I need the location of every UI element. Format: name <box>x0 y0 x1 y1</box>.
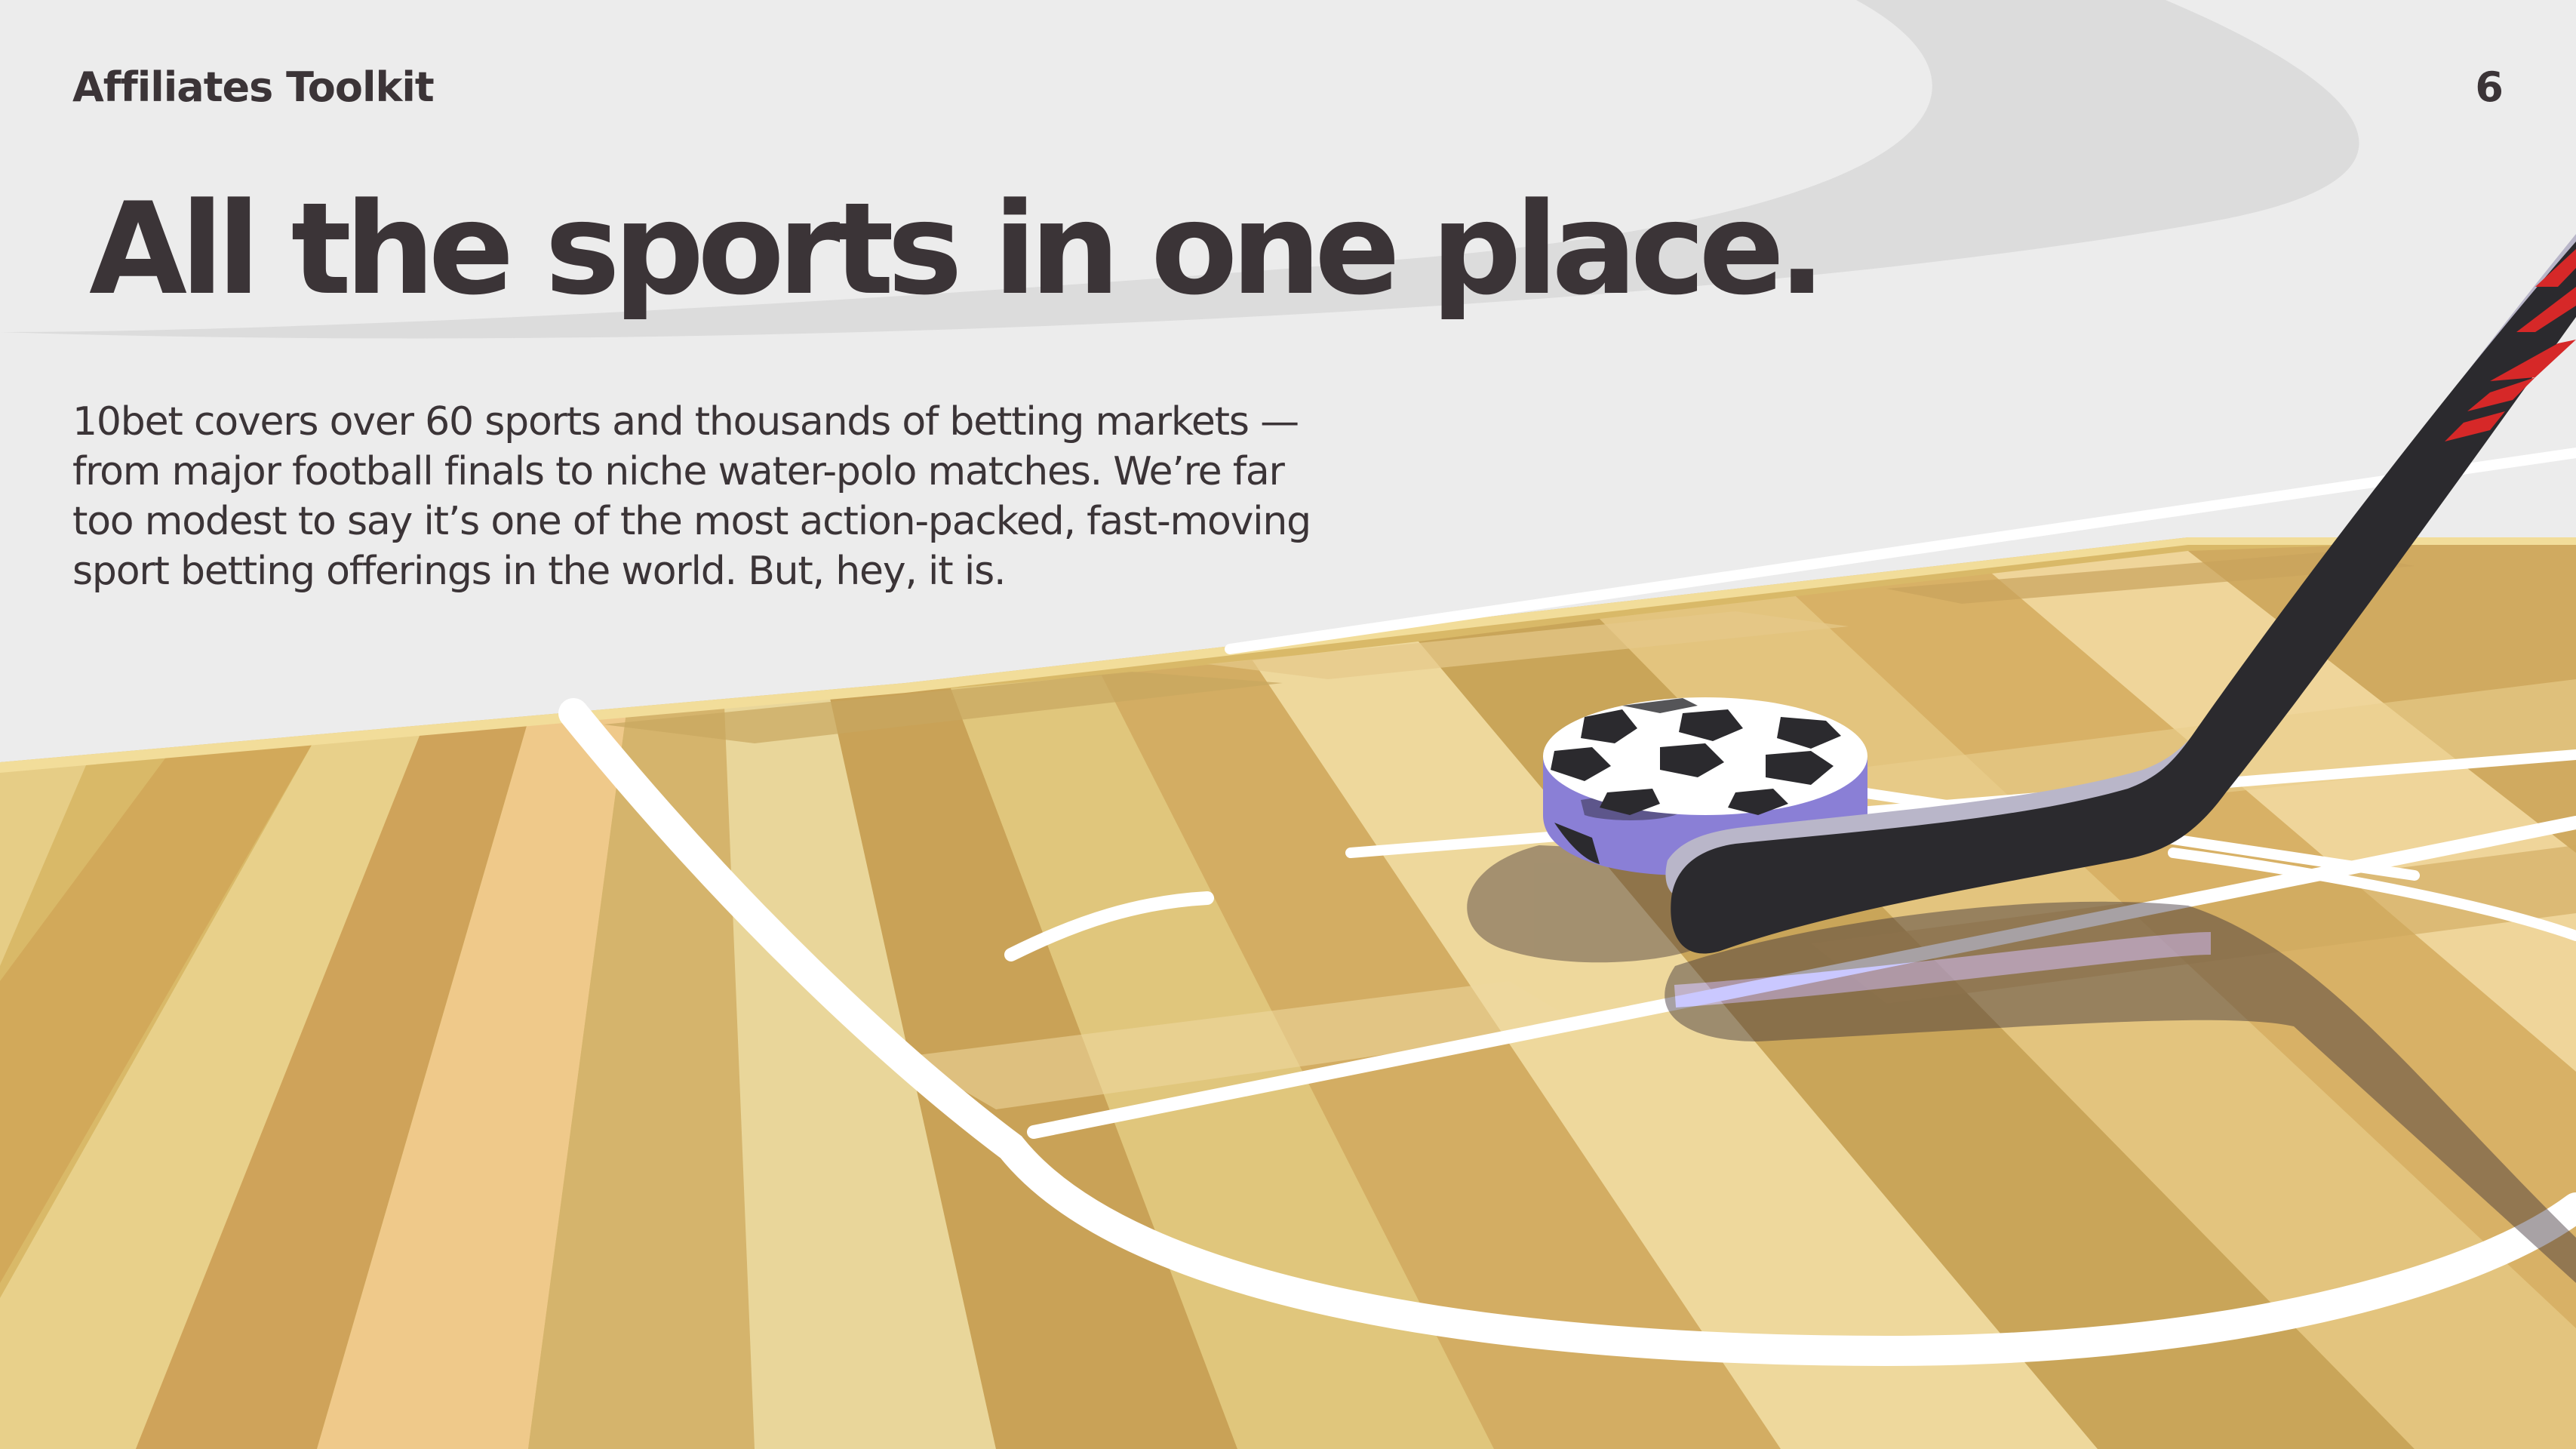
page-title: All the sports in one place. <box>89 175 1826 323</box>
page-number: 6 <box>2475 63 2504 111</box>
body-paragraph: 10bet covers over 60 sports and thousand… <box>72 399 1311 594</box>
slide: Affiliates Toolkit 6 All the sports in o… <box>0 0 2576 1449</box>
brand-label: Affiliates Toolkit <box>72 63 435 111</box>
